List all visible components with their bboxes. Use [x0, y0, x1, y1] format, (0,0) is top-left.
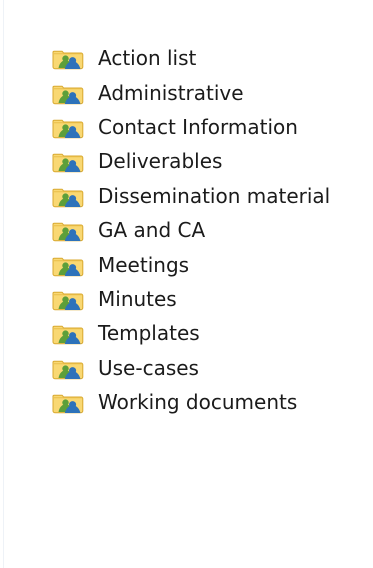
- shared-folder-list: Action list Administrative Contact Infor…: [52, 41, 330, 419]
- folder-label: Working documents: [98, 390, 298, 415]
- folder-label: Deliverables: [98, 149, 223, 174]
- shared-folder-icon: [52, 41, 86, 75]
- folder-item-administrative[interactable]: Administrative: [52, 75, 330, 109]
- folder-item-templates[interactable]: Templates: [52, 316, 330, 350]
- folder-item-meetings[interactable]: Meetings: [52, 247, 330, 281]
- navigation-pane-divider: [3, 0, 4, 568]
- folder-label: Contact Information: [98, 114, 298, 139]
- folder-item-deliverables[interactable]: Deliverables: [52, 144, 330, 178]
- shared-folder-icon: [52, 110, 86, 144]
- folder-label: Administrative: [98, 80, 244, 105]
- folder-label: Meetings: [98, 252, 190, 277]
- shared-folder-icon: [52, 351, 86, 385]
- shared-folder-icon: [52, 282, 86, 316]
- shared-folder-icon: [52, 385, 86, 419]
- shared-folder-icon: [52, 316, 86, 350]
- folder-item-action-list[interactable]: Action list: [52, 41, 330, 75]
- shared-folder-icon: [52, 76, 86, 110]
- folder-label: Action list: [98, 46, 197, 71]
- folder-item-ga-and-ca[interactable]: GA and CA: [52, 213, 330, 247]
- shared-folder-icon: [52, 179, 86, 213]
- folder-label: GA and CA: [98, 218, 206, 243]
- folder-label: Dissemination material: [98, 183, 331, 208]
- shared-folder-icon: [52, 248, 86, 282]
- folder-label: Templates: [98, 321, 200, 346]
- folder-item-use-cases[interactable]: Use-cases: [52, 351, 330, 385]
- folder-item-working-documents[interactable]: Working documents: [52, 385, 330, 419]
- shared-folder-icon: [52, 213, 86, 247]
- folder-item-minutes[interactable]: Minutes: [52, 282, 330, 316]
- shared-folder-icon: [52, 144, 86, 178]
- folder-label: Minutes: [98, 286, 177, 311]
- folder-item-dissemination-material[interactable]: Dissemination material: [52, 179, 330, 213]
- folder-item-contact-information[interactable]: Contact Information: [52, 110, 330, 144]
- folder-label: Use-cases: [98, 355, 199, 380]
